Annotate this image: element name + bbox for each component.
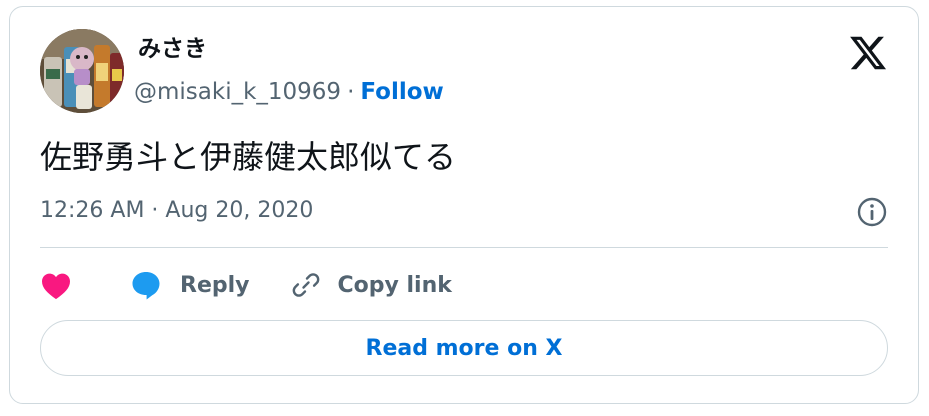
avatar-image — [40, 29, 124, 113]
author-handle-row: @misaki_k_10969 · Follow — [134, 77, 444, 107]
avatar[interactable] — [40, 29, 124, 113]
follow-button[interactable]: Follow — [360, 79, 443, 105]
copy-link-label: Copy link — [337, 272, 452, 298]
speech-bubble-icon — [130, 269, 162, 301]
divider — [40, 247, 888, 248]
like-button[interactable] — [40, 270, 72, 300]
info-icon[interactable] — [856, 196, 888, 228]
tweet-timestamp[interactable]: 12:26 AM · Aug 20, 2020 — [40, 196, 313, 226]
heart-icon — [40, 270, 72, 300]
copy-link-button[interactable]: Copy link — [290, 269, 452, 301]
tweet-embed-card: みさき @misaki_k_10969 · Follow 佐野勇斗と伊藤健太郎似てる… — [9, 6, 919, 404]
author-handle[interactable]: @misaki_k_10969 — [134, 79, 341, 105]
x-logo-icon[interactable] — [848, 33, 888, 73]
read-more-button[interactable]: Read more on X — [40, 320, 888, 376]
handle-separator: · — [347, 79, 355, 105]
link-icon — [290, 269, 322, 301]
author-display-name[interactable]: みさき — [138, 35, 207, 63]
read-more-label: Read more on X — [365, 335, 563, 361]
action-bar: Reply Copy link — [40, 265, 452, 305]
tweet-text: 佐野勇斗と伊藤健太郎似てる — [40, 138, 457, 176]
reply-label: Reply — [180, 272, 250, 298]
reply-button[interactable]: Reply — [130, 269, 250, 301]
